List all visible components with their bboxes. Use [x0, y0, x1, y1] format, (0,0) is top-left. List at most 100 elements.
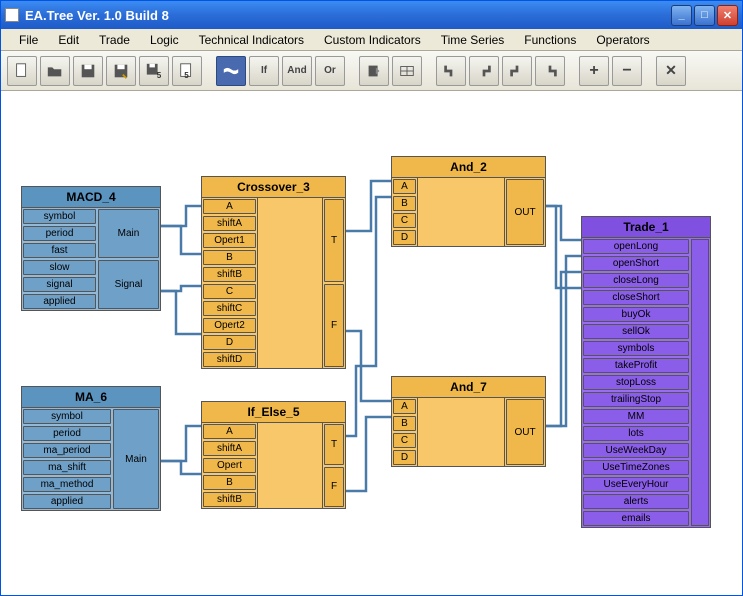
- block1-icon[interactable]: [359, 56, 389, 86]
- port-c[interactable]: C: [393, 433, 416, 448]
- canvas[interactable]: MACD_4 symbol period fast slow signal ap…: [1, 91, 742, 595]
- out-out[interactable]: OUT: [506, 179, 544, 245]
- join2-icon[interactable]: [469, 56, 499, 86]
- menu-technical-indicators[interactable]: Technical Indicators: [189, 30, 314, 50]
- port-applied[interactable]: applied: [23, 294, 96, 309]
- port-openlong[interactable]: openLong: [583, 239, 689, 254]
- minus-button[interactable]: −: [612, 56, 642, 86]
- port-useweekday[interactable]: UseWeekDay: [583, 443, 689, 458]
- port-takeprofit[interactable]: takeProfit: [583, 358, 689, 373]
- port-period[interactable]: period: [23, 226, 96, 241]
- port-a[interactable]: A: [203, 424, 256, 439]
- port-signal[interactable]: signal: [23, 277, 96, 292]
- out-out[interactable]: OUT: [506, 399, 544, 465]
- node-and-7[interactable]: And_7 A B C D OUT: [391, 376, 546, 467]
- delete-button[interactable]: ✕: [656, 56, 686, 86]
- port-ma-shift[interactable]: ma_shift: [23, 460, 111, 475]
- port-ma-period[interactable]: ma_period: [23, 443, 111, 458]
- port-d[interactable]: D: [393, 450, 416, 465]
- node-trade-1[interactable]: Trade_1 openLong openShort closeLong clo…: [581, 216, 711, 528]
- out-main[interactable]: Main: [113, 409, 159, 509]
- menu-custom-indicators[interactable]: Custom Indicators: [314, 30, 431, 50]
- port-b[interactable]: B: [203, 475, 256, 490]
- out-t[interactable]: T: [324, 424, 344, 465]
- page5-icon[interactable]: 5: [172, 56, 202, 86]
- open-icon[interactable]: [40, 56, 70, 86]
- or-button[interactable]: Or: [315, 56, 345, 86]
- port-lots[interactable]: lots: [583, 426, 689, 441]
- node-crossover-3[interactable]: Crossover_3 A shiftA Opert1 B shiftB C s…: [201, 176, 346, 369]
- port-shiftd[interactable]: shiftD: [203, 352, 256, 367]
- port-stoploss[interactable]: stopLoss: [583, 375, 689, 390]
- menu-logic[interactable]: Logic: [140, 30, 189, 50]
- port-usetimezones[interactable]: UseTimeZones: [583, 460, 689, 475]
- maximize-button[interactable]: □: [694, 5, 715, 26]
- minimize-button[interactable]: _: [671, 5, 692, 26]
- port-b[interactable]: B: [393, 196, 416, 211]
- port-opert[interactable]: Opert: [203, 458, 256, 473]
- new-icon[interactable]: [7, 56, 37, 86]
- port-b[interactable]: B: [393, 416, 416, 431]
- port-shifta[interactable]: shiftA: [203, 441, 256, 456]
- port-closeshort[interactable]: closeShort: [583, 290, 689, 305]
- port-closelong[interactable]: closeLong: [583, 273, 689, 288]
- port-buyok[interactable]: buyOk: [583, 307, 689, 322]
- port-shifta[interactable]: shiftA: [203, 216, 256, 231]
- save-icon[interactable]: [73, 56, 103, 86]
- port-b[interactable]: B: [203, 250, 256, 265]
- out-main[interactable]: Main: [98, 209, 159, 258]
- port-useeveryhour[interactable]: UseEveryHour: [583, 477, 689, 492]
- menu-trade[interactable]: Trade: [89, 30, 140, 50]
- port-mm[interactable]: MM: [583, 409, 689, 424]
- port-emails[interactable]: emails: [583, 511, 689, 526]
- port-a[interactable]: A: [393, 179, 416, 194]
- join3-icon[interactable]: [502, 56, 532, 86]
- out-f[interactable]: F: [324, 467, 344, 508]
- port-shiftb[interactable]: shiftB: [203, 492, 256, 507]
- port-shiftc[interactable]: shiftC: [203, 301, 256, 316]
- node-macd-4[interactable]: MACD_4 symbol period fast slow signal ap…: [21, 186, 161, 311]
- menu-file[interactable]: File: [9, 30, 48, 50]
- node-and-2[interactable]: And_2 A B C D OUT: [391, 156, 546, 247]
- menu-edit[interactable]: Edit: [48, 30, 89, 50]
- port-trailingstop[interactable]: trailingStop: [583, 392, 689, 407]
- out-t[interactable]: T: [324, 199, 344, 282]
- menu-operators[interactable]: Operators: [586, 30, 659, 50]
- join1-icon[interactable]: [436, 56, 466, 86]
- port-ma-method[interactable]: ma_method: [23, 477, 111, 492]
- port-symbol[interactable]: symbol: [23, 209, 96, 224]
- menu-functions[interactable]: Functions: [514, 30, 586, 50]
- port-c[interactable]: C: [393, 213, 416, 228]
- port-opert2[interactable]: Opert2: [203, 318, 256, 333]
- port-period[interactable]: period: [23, 426, 111, 441]
- port-c[interactable]: C: [203, 284, 256, 299]
- port-symbols[interactable]: symbols: [583, 341, 689, 356]
- saveas-icon[interactable]: [106, 56, 136, 86]
- node-ma-6[interactable]: MA_6 symbol period ma_period ma_shift ma…: [21, 386, 161, 511]
- and-button[interactable]: And: [282, 56, 312, 86]
- port-opert1[interactable]: Opert1: [203, 233, 256, 248]
- port-openshort[interactable]: openShort: [583, 256, 689, 271]
- port-alerts[interactable]: alerts: [583, 494, 689, 509]
- port-d[interactable]: D: [393, 230, 416, 245]
- out-f[interactable]: F: [324, 284, 344, 367]
- if-button[interactable]: If: [249, 56, 279, 86]
- plus-button[interactable]: +: [579, 56, 609, 86]
- port-fast[interactable]: fast: [23, 243, 96, 258]
- port-shiftb[interactable]: shiftB: [203, 267, 256, 282]
- port-slow[interactable]: slow: [23, 260, 96, 275]
- port-applied[interactable]: applied: [23, 494, 111, 509]
- close-button[interactable]: ✕: [717, 5, 738, 26]
- join4-icon[interactable]: [535, 56, 565, 86]
- menu-time-series[interactable]: Time Series: [431, 30, 515, 50]
- out-signal[interactable]: Signal: [98, 260, 159, 309]
- world-icon[interactable]: [216, 56, 246, 86]
- port-a[interactable]: A: [203, 199, 256, 214]
- block2-icon[interactable]: [392, 56, 422, 86]
- port-a[interactable]: A: [393, 399, 416, 414]
- save5-icon[interactable]: 5: [139, 56, 169, 86]
- port-sellok[interactable]: sellOk: [583, 324, 689, 339]
- port-symbol[interactable]: symbol: [23, 409, 111, 424]
- node-if-else-5[interactable]: If_Else_5 A shiftA Opert B shiftB T F: [201, 401, 346, 509]
- port-d[interactable]: D: [203, 335, 256, 350]
